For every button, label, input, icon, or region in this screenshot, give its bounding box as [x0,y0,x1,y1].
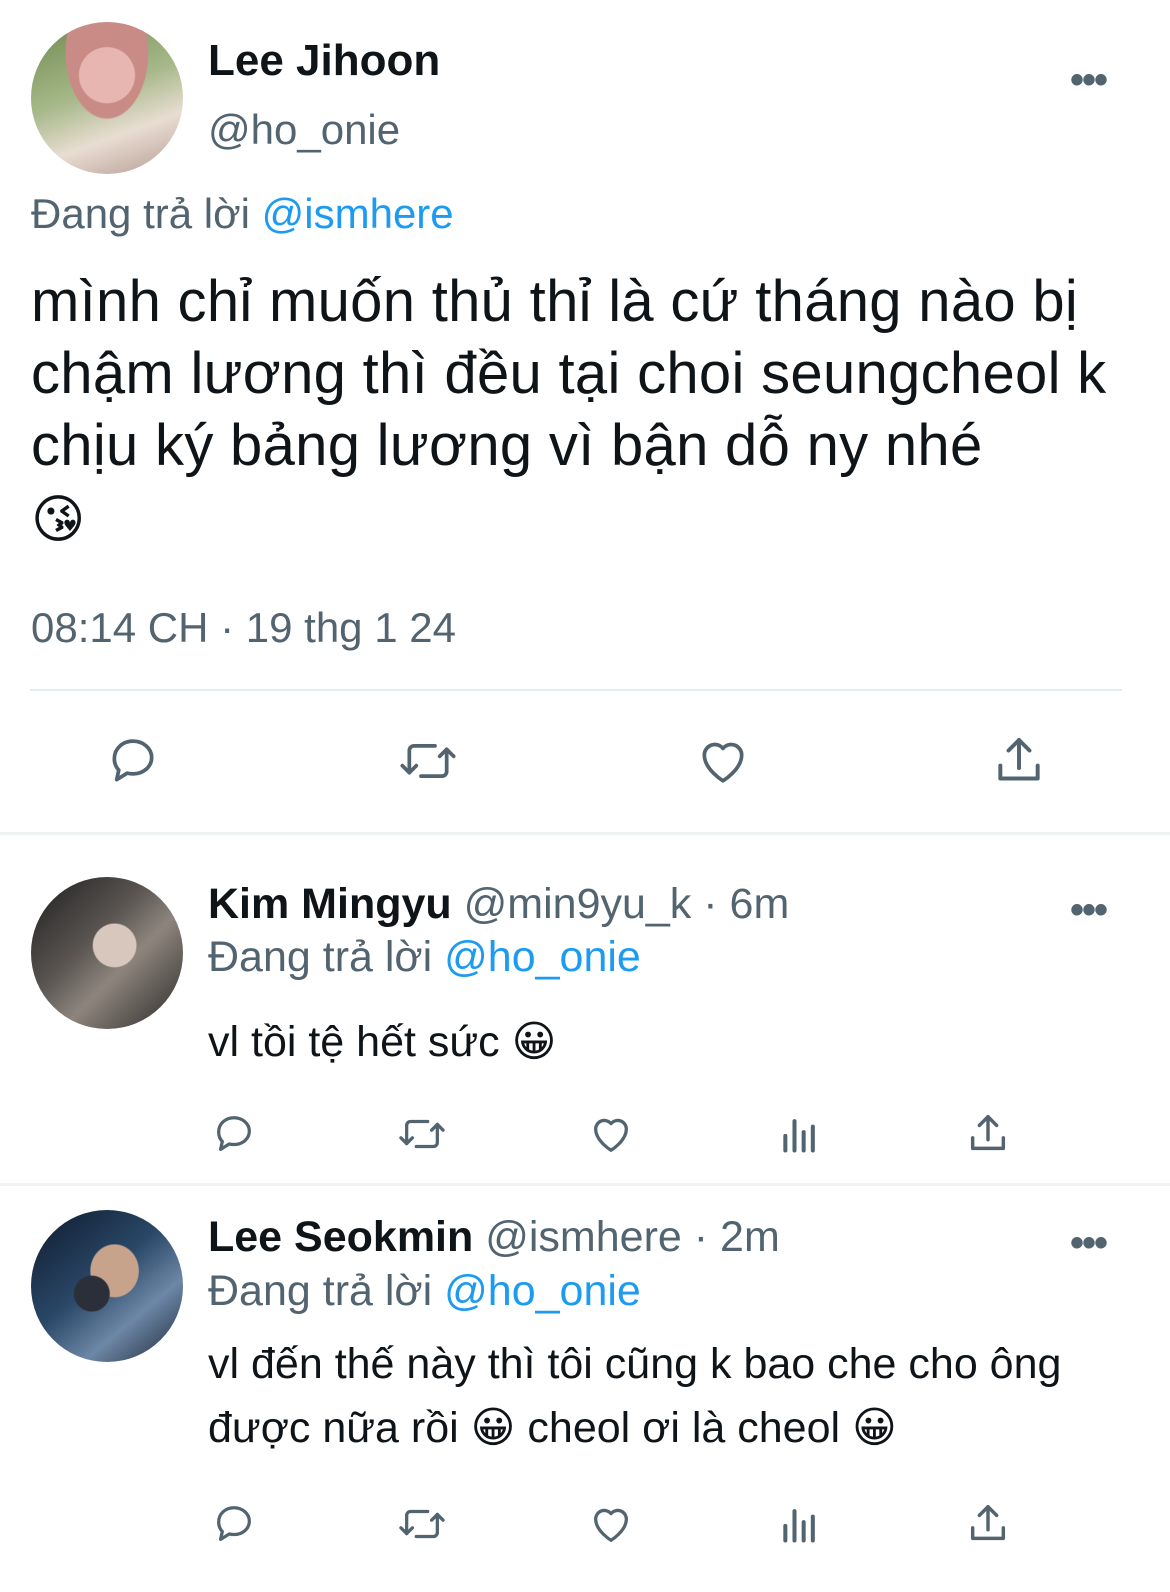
avatar[interactable] [31,877,183,1029]
share-icon [965,1111,1011,1157]
retweet-icon [396,1501,448,1547]
heart-icon [694,733,752,789]
avatar[interactable] [31,1210,183,1362]
replying-to-label: Đang trả lời [208,1267,433,1315]
replying-to: Đang trả lời @ho_onie [208,1267,641,1316]
heart-icon [587,1501,635,1547]
bar-chart-icon [778,1501,822,1547]
display-name[interactable]: Kim Mingyu [208,880,452,928]
user-handle[interactable]: @ho_onie [208,106,400,154]
share-button[interactable] [988,730,1050,792]
views-button[interactable] [774,1108,826,1160]
views-button[interactable] [774,1498,826,1550]
reply-icon [211,1111,257,1157]
reply-button[interactable] [208,1108,260,1160]
reply-icon [105,733,161,789]
tweet-timestamp[interactable]: 08:14 CH · 19 thg 1 24 [31,604,456,652]
more-options-icon[interactable]: ••• [1070,888,1108,933]
reply-icon [211,1501,257,1547]
retweet-icon [397,733,459,789]
share-icon [965,1501,1011,1547]
display-name[interactable]: Lee Seokmin [208,1213,473,1261]
retweet-button[interactable] [397,730,459,792]
display-name[interactable]: Lee Jihoon [208,36,440,86]
reply-text: vl đến thế này thì tôi cũng k bao che ch… [208,1340,1062,1452]
more-options-icon[interactable]: ••• [1070,1221,1108,1266]
replying-to: Đang trả lời @ismhere [31,190,454,238]
user-handle[interactable]: @min9yu_k [464,880,692,928]
reply-time[interactable]: · 6m [703,880,789,928]
reply-text: vl tồi tệ hết sức 😀 [208,1018,557,1066]
reply-button[interactable] [102,730,164,792]
bar-chart-icon [778,1111,822,1157]
user-handle[interactable]: @ismhere [485,1213,682,1261]
replying-to-mention[interactable]: @ho_onie [444,933,641,981]
like-button[interactable] [692,730,754,792]
divider [30,689,1122,691]
retweet-button[interactable] [396,1498,448,1550]
replying-to-mention[interactable]: @ho_onie [444,1267,641,1315]
share-icon [991,733,1047,789]
section-separator [0,1183,1170,1186]
section-separator [0,832,1170,835]
heart-icon [587,1111,635,1157]
avatar[interactable] [31,22,183,174]
replying-to-label: Đang trả lời [31,190,250,237]
tweet-emoji: 😘 [31,491,86,549]
retweet-button[interactable] [396,1108,448,1160]
retweet-icon [396,1111,448,1157]
reply-header: Kim Mingyu @min9yu_k · 6m [208,880,789,929]
like-button[interactable] [585,1108,637,1160]
replying-to-label: Đang trả lời [208,933,433,981]
replying-to: Đang trả lời @ho_onie [208,933,641,982]
share-button[interactable] [962,1498,1014,1550]
like-button[interactable] [585,1498,637,1550]
reply-button[interactable] [208,1498,260,1550]
share-button[interactable] [962,1108,1014,1160]
tweet-text: mình chỉ muốn thủ thỉ là cứ tháng nào bị… [31,269,1107,478]
more-options-icon[interactable]: ••• [1070,58,1108,103]
reply-header: Lee Seokmin @ismhere · 2m [208,1213,780,1262]
replying-to-mention[interactable]: @ismhere [262,190,454,237]
reply-time[interactable]: · 2m [694,1213,780,1261]
